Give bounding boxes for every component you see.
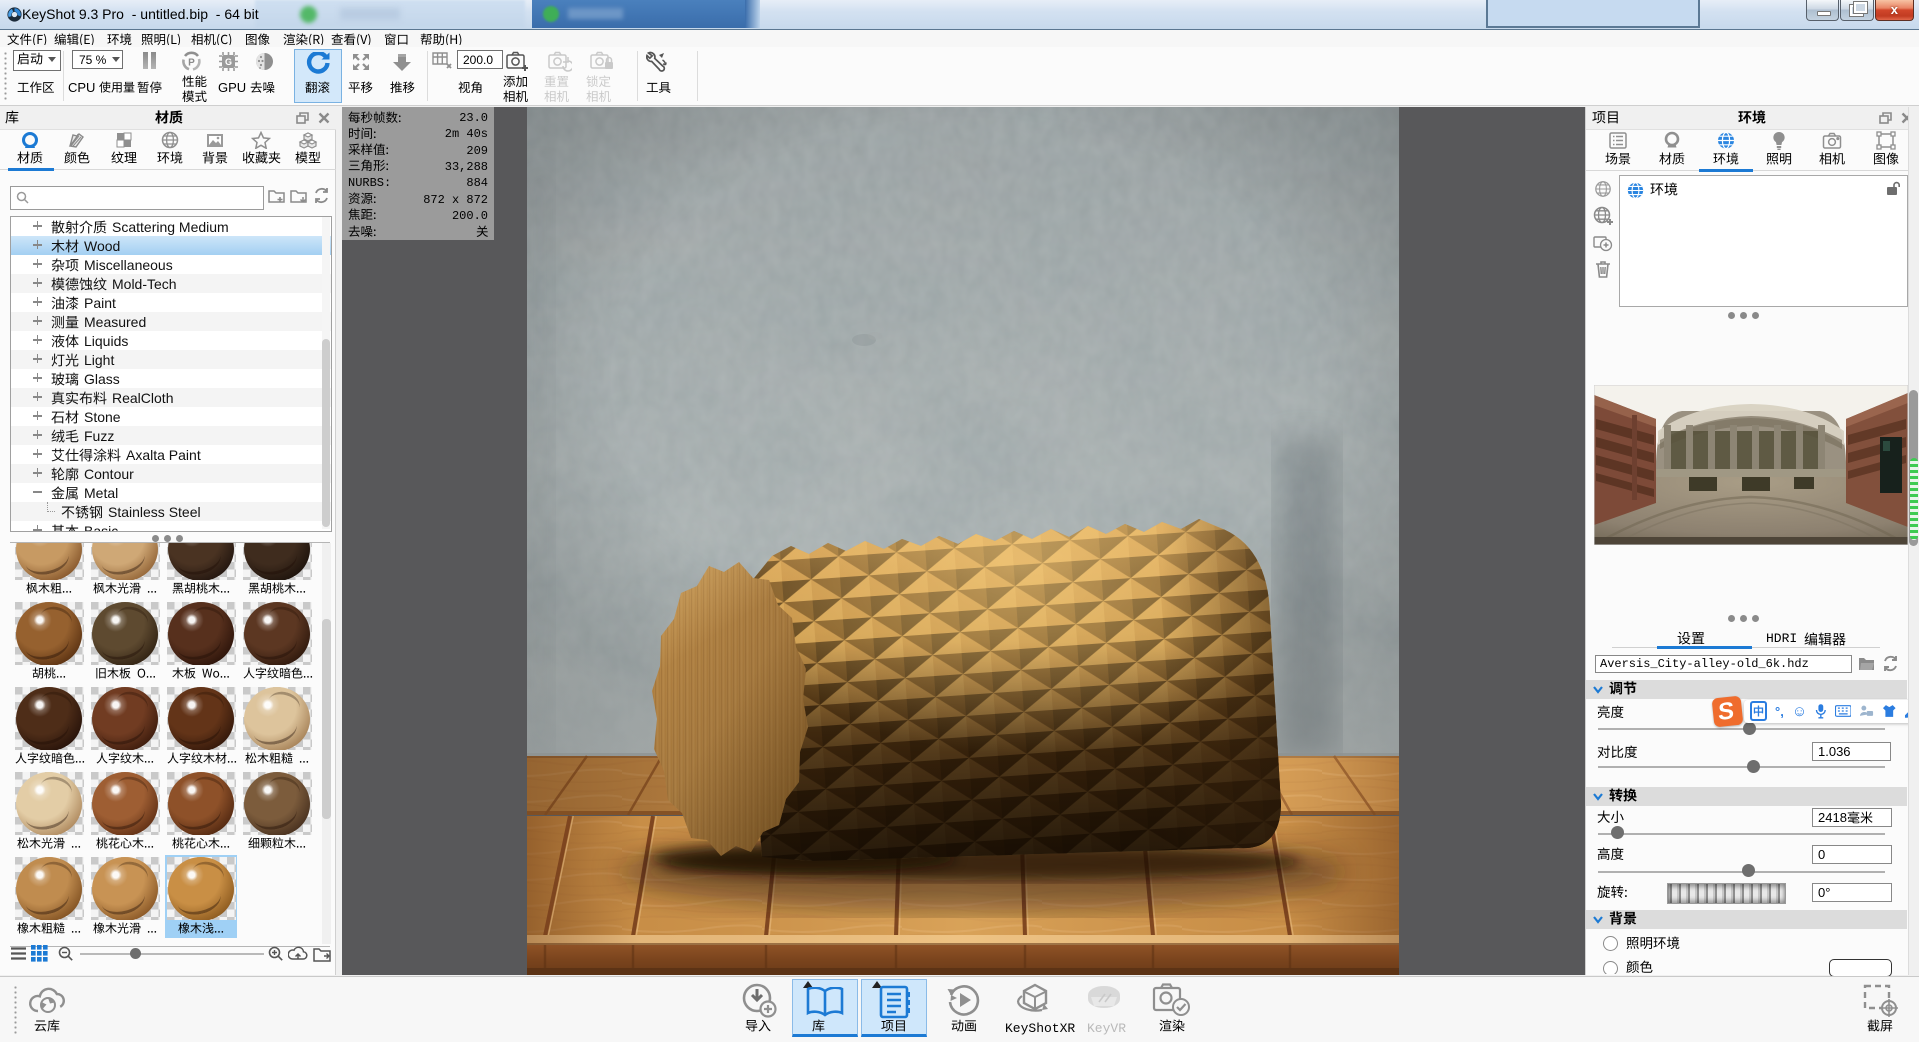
svg-text:G: G [225, 57, 232, 67]
svg-text:P: P [188, 58, 195, 69]
